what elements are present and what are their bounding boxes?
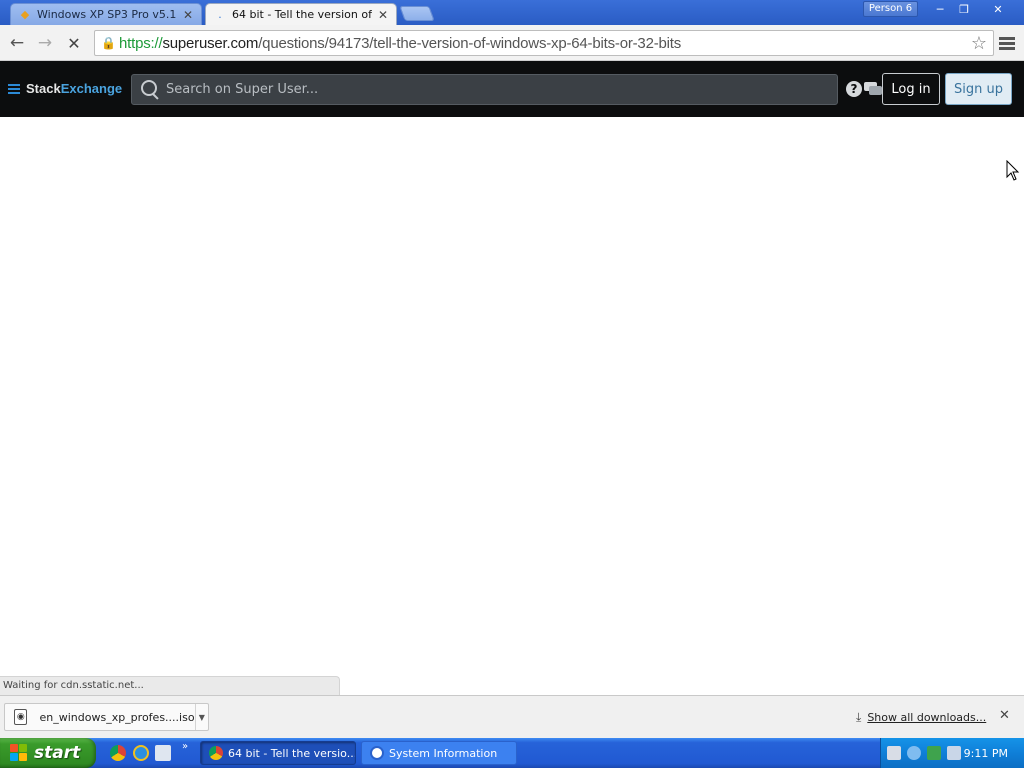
logo-exchange-text: Exchange: [60, 81, 123, 96]
start-button[interactable]: start: [0, 738, 96, 768]
url-text[interactable]: https://superuser.com/questions/94173/te…: [119, 35, 681, 52]
browser-toolbar: ← → ✕ 🔒 https://superuser.com/questions/…: [0, 25, 1024, 61]
minimize-icon[interactable]: ─: [928, 1, 952, 17]
tab-superuser-question[interactable]: ․ 64 bit - Tell the version of Windows ✕: [205, 3, 397, 25]
address-bar[interactable]: 🔒 https://superuser.com/questions/94173/…: [94, 30, 994, 56]
lock-icon[interactable]: 🔒: [101, 36, 119, 50]
taskbar-clock[interactable]: 9:11 PM: [964, 747, 1008, 760]
taskbar-item-label: 64 bit - Tell the versio...: [228, 746, 356, 760]
restore-icon[interactable]: ❐: [952, 1, 976, 17]
status-bubble: Waiting for cdn.sstatic.net...: [0, 676, 340, 695]
download-menu-chevron-icon[interactable]: ▼: [194, 704, 208, 730]
signup-button[interactable]: Sign up: [945, 73, 1012, 105]
taskbar-item-label: System Information: [389, 746, 498, 760]
tab-close-icon[interactable]: ✕: [378, 8, 388, 22]
url-host: superuser.com: [162, 34, 259, 52]
favicon-icon: ◆: [20, 8, 30, 21]
download-arrow-icon: ⤓: [856, 710, 862, 724]
bookmark-star-icon[interactable]: ☆: [971, 33, 987, 54]
windows-taskbar: start » 64 bit - Tell the versio... Syst…: [0, 738, 1024, 768]
chrome-quicklaunch-icon[interactable]: [110, 745, 126, 761]
close-shelf-icon[interactable]: ✕: [999, 708, 1010, 723]
chat-icon[interactable]: [864, 82, 882, 96]
help-icon[interactable]: ?: [846, 81, 862, 97]
search-input[interactable]: [166, 82, 766, 97]
profile-button[interactable]: Person 6: [863, 1, 918, 17]
tab-title: Windows XP SP3 Pro v5.1.2600: [37, 8, 177, 21]
chrome-icon: [209, 746, 223, 760]
stop-loading-icon[interactable]: ✕: [64, 33, 84, 53]
page-content-area: [0, 117, 1024, 695]
taskbar-item-browser[interactable]: 64 bit - Tell the versio...: [200, 741, 356, 765]
download-shelf: ◉ en_windows_xp_profes....iso ▼ ⤓ Show a…: [0, 695, 1024, 738]
url-path: /questions/94173/tell-the-version-of-win…: [258, 34, 682, 52]
logo-stack-text: Stack: [26, 81, 61, 96]
start-label: start: [34, 743, 81, 763]
taskbar-item-system-information[interactable]: System Information: [361, 741, 517, 765]
show-all-downloads-link[interactable]: Show all downloads...: [867, 711, 986, 724]
internet-explorer-icon[interactable]: [133, 745, 149, 761]
keyboard-tray-icon[interactable]: [887, 746, 901, 760]
site-switcher-icon: [8, 83, 20, 94]
new-tab-button[interactable]: [399, 6, 435, 21]
quicklaunch-more-icon[interactable]: »: [182, 741, 188, 752]
tab-windows-xp-sp3[interactable]: ◆ Windows XP SP3 Pro v5.1.2600 ✕: [10, 3, 202, 25]
volume-tray-icon[interactable]: [947, 746, 961, 760]
tab-close-icon[interactable]: ✕: [183, 8, 193, 22]
download-file-name: en_windows_xp_profes....iso: [39, 710, 195, 724]
tray-collapse-chevron-icon[interactable]: [907, 746, 921, 760]
close-window-icon[interactable]: ✕: [976, 1, 1020, 17]
login-button[interactable]: Log in: [882, 73, 940, 105]
mouse-cursor-icon: [1006, 160, 1020, 181]
download-item[interactable]: ◉ en_windows_xp_profes....iso ▼: [4, 703, 209, 731]
stackexchange-topbar: StackExchange ? Log in Sign up: [0, 61, 1024, 117]
url-scheme: https://: [119, 34, 163, 52]
system-tray: 9:11 PM: [880, 738, 1024, 768]
iso-file-icon: ◉: [14, 709, 28, 725]
show-all-downloads[interactable]: ⤓ Show all downloads...: [856, 710, 986, 725]
loading-spinner-icon: ․: [218, 8, 222, 21]
forward-arrow-icon[interactable]: →: [35, 33, 55, 53]
stackexchange-logo[interactable]: Stack Exchange: [8, 81, 122, 96]
site-search-box[interactable]: [131, 74, 838, 105]
windows-flag-icon: [10, 744, 28, 762]
system-information-icon: [370, 746, 384, 760]
virtualbox-cube-icon[interactable]: [155, 745, 171, 761]
back-arrow-icon[interactable]: ←: [7, 33, 27, 53]
tab-title: 64 bit - Tell the version of Windows: [232, 8, 372, 21]
search-icon: [140, 79, 162, 101]
network-tray-icon[interactable]: [927, 746, 941, 760]
browser-titlebar: ◆ Windows XP SP3 Pro v5.1.2600 ✕ ․ 64 bi…: [0, 0, 1024, 25]
chrome-menu-icon[interactable]: [999, 33, 1015, 53]
